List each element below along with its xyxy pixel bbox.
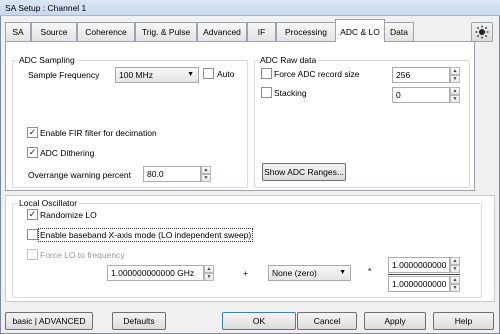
window-title: SA Setup : Channel 1 [5, 3, 87, 13]
randomize-lo-label: Randomize LO [40, 210, 97, 220]
dithering-checkbox[interactable]: ✓ [27, 147, 38, 158]
stacking-down-icon[interactable]: ▼ [450, 95, 460, 103]
brightness-button[interactable] [471, 22, 493, 42]
force-lo-checkbox[interactable] [27, 249, 38, 260]
fir-checkbox[interactable]: ✓ [27, 127, 38, 138]
checkmark-icon: ✓ [28, 127, 37, 137]
help-button[interactable]: Help [433, 312, 494, 330]
lo-frequency-down-icon[interactable]: ▼ [204, 273, 214, 281]
stacking-label: Stacking [274, 88, 307, 98]
fir-label: Enable FIR filter for decimation [40, 128, 157, 138]
stacking-checkbox[interactable] [261, 87, 272, 98]
dithering-label: ADC Dithering [40, 148, 95, 158]
sample-frequency-value: 100 MHz [119, 70, 154, 80]
stacking-input[interactable]: 0 [392, 87, 450, 103]
tab-data[interactable]: Data [384, 22, 414, 41]
overrange-label: Overrange warning percent [28, 170, 132, 180]
lo-numerator-input[interactable]: 1.0000000000 [388, 257, 450, 273]
lo-denominator-up-icon[interactable]: ▲ [450, 276, 460, 284]
tab-source[interactable]: Source [31, 22, 77, 41]
lo-numerator-down-icon[interactable]: ▼ [450, 265, 460, 273]
tab-coherence[interactable]: Coherence [77, 22, 135, 41]
local-oscillator-title: Local Oscillator [17, 198, 80, 208]
baseband-label: Enable baseband X-axis mode (LO independ… [37, 228, 254, 242]
baseband-checkbox[interactable] [27, 229, 38, 240]
overrange-input[interactable]: 80.0 [143, 166, 201, 182]
force-record-size-label: Force ADC record size [274, 69, 360, 79]
checkmark-icon: ✓ [28, 209, 37, 219]
defaults-button[interactable]: Defaults [112, 312, 166, 330]
tab-advanced[interactable]: Advanced [197, 22, 247, 41]
sun-icon [475, 25, 489, 39]
record-size-down-icon[interactable]: ▼ [450, 75, 460, 83]
overrange-up-icon[interactable]: ▲ [201, 166, 211, 174]
tab-trig-pulse[interactable]: Trig. & Pulse [135, 22, 197, 41]
force-record-size-checkbox[interactable] [261, 68, 272, 79]
lo-frequency-up-icon[interactable]: ▲ [204, 265, 214, 273]
tab-adc-lo[interactable]: ADC & LO [335, 19, 385, 42]
tab-sa[interactable]: SA [5, 22, 31, 41]
tab-if[interactable]: IF [247, 22, 276, 41]
lo-offset-value: None (zero) [272, 268, 317, 278]
title-bar: SA Setup : Channel 1 [0, 0, 500, 16]
chevron-down-icon: ▼ [339, 269, 346, 276]
checkmark-icon: ✓ [28, 147, 37, 157]
overrange-down-icon[interactable]: ▼ [201, 174, 211, 182]
apply-button[interactable]: Apply [364, 312, 426, 330]
chevron-down-icon: ▼ [187, 71, 194, 78]
adc-raw-title: ADC Raw data [258, 55, 319, 65]
randomize-lo-checkbox[interactable]: ✓ [27, 209, 38, 220]
adc-sampling-title: ADC Sampling [17, 55, 77, 65]
record-size-up-icon[interactable]: ▲ [450, 67, 460, 75]
sample-frequency-label: Sample Frequency [28, 70, 100, 80]
fraction-line [388, 274, 460, 275]
cancel-button[interactable]: Cancel [297, 312, 357, 330]
lo-frequency-input[interactable]: 1.000000000000 GHz [107, 265, 204, 281]
lo-offset-select[interactable]: None (zero) ▼ [268, 265, 351, 281]
force-lo-label: Force LO to frequency [40, 250, 125, 260]
lo-denominator-input[interactable]: 1.0000000000 [388, 276, 450, 292]
mode-toggle-button[interactable]: basic | ADVANCED [5, 312, 93, 330]
ok-button[interactable]: OK [222, 312, 296, 330]
times-sign: * [368, 266, 372, 276]
tab-processing[interactable]: Processing [276, 22, 336, 41]
auto-label: Auto [217, 69, 235, 79]
stacking-up-icon[interactable]: ▲ [450, 87, 460, 95]
show-adc-ranges-button[interactable]: Show ADC Ranges... [262, 163, 346, 181]
plus-sign: + [243, 268, 248, 278]
lo-denominator-down-icon[interactable]: ▼ [450, 284, 460, 292]
lo-numerator-up-icon[interactable]: ▲ [450, 257, 460, 265]
record-size-input[interactable]: 256 [392, 67, 450, 83]
sample-frequency-select[interactable]: 100 MHz ▼ [115, 67, 199, 83]
auto-checkbox[interactable] [203, 68, 214, 79]
